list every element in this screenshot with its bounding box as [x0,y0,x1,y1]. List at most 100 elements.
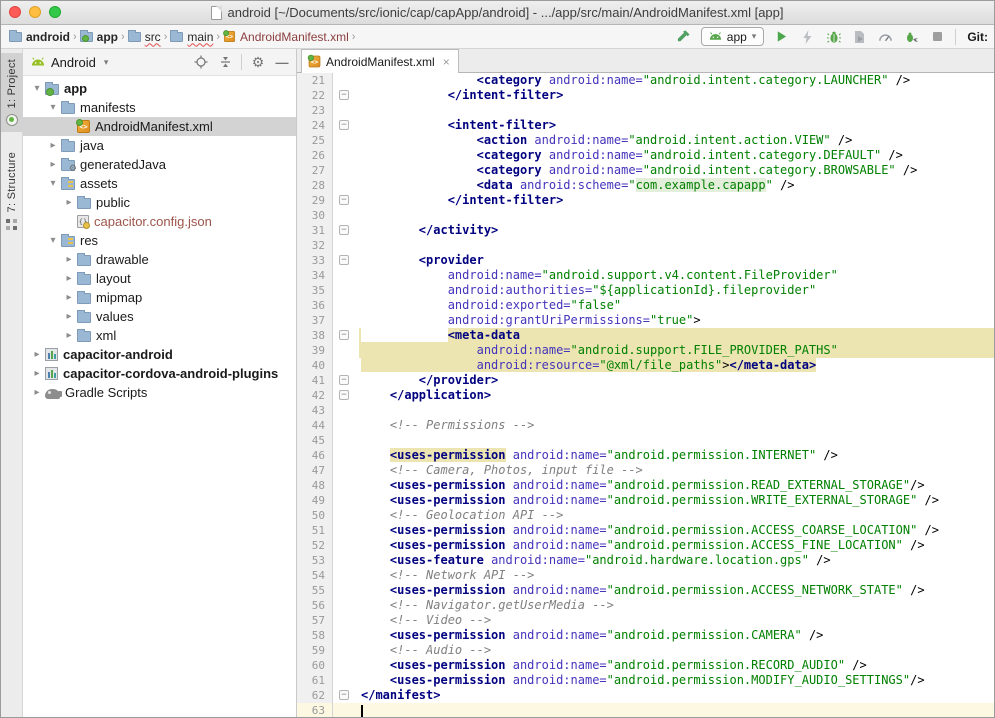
code-text[interactable]: <!-- Permissions --> [359,418,994,433]
tree-item-androidmanifest-xml[interactable]: AndroidManifest.xml [23,117,296,136]
line-number[interactable]: 31 [297,223,333,238]
fold-marker[interactable]: − [333,193,359,208]
hide-panel-icon[interactable]: — [274,54,290,70]
line-number[interactable]: 40 [297,358,333,373]
line-number[interactable]: 61 [297,673,333,688]
code-text[interactable]: <!-- Network API --> [359,568,994,583]
line-number[interactable]: 43 [297,403,333,418]
code-text[interactable]: <data android:scheme="com.example.capapp… [359,178,994,193]
line-number[interactable]: 34 [297,268,333,283]
line-number[interactable]: 53 [297,553,333,568]
code-text[interactable]: android:name="android.support.FILE_PROVI… [359,343,994,358]
line-number[interactable]: 56 [297,598,333,613]
tree-item-assets[interactable]: ▾assets [23,174,296,193]
code-text[interactable]: <meta-data [359,328,994,343]
tree-item-capacitor-android[interactable]: ▸capacitor-android [23,345,296,364]
code-text[interactable]: <intent-filter> [359,118,994,133]
fold-marker[interactable]: − [333,388,359,403]
tree-item-mipmap[interactable]: ▸mipmap [23,288,296,307]
code-text[interactable]: android:exported="false" [359,298,994,313]
code-text[interactable]: </intent-filter> [359,193,994,208]
code-text[interactable] [359,433,994,448]
tree-item-values[interactable]: ▸values [23,307,296,326]
chevron-closed-icon[interactable]: ▸ [61,311,77,322]
breadcrumb-main[interactable]: main [170,31,213,43]
line-number[interactable]: 46 [297,448,333,463]
code-text[interactable] [359,238,994,253]
code-text[interactable]: <uses-permission android:name="android.p… [359,628,994,643]
line-number[interactable]: 41 [297,373,333,388]
chevron-closed-icon[interactable]: ▸ [29,349,45,360]
tree-item-capacitor-cordova-android-plugins[interactable]: ▸capacitor-cordova-android-plugins [23,364,296,383]
collapse-all-icon[interactable] [217,54,233,70]
chevron-closed-icon[interactable]: ▸ [61,197,77,208]
chevron-closed-icon[interactable]: ▸ [61,292,77,303]
breadcrumb-android[interactable]: android [9,31,70,43]
fold-marker[interactable]: − [333,688,359,703]
code-text[interactable]: <uses-permission android:name="android.p… [359,538,994,553]
code-text[interactable]: android:name="android.support.v4.content… [359,268,994,283]
fold-marker[interactable]: − [333,88,359,103]
zoom-window-button[interactable] [49,6,61,18]
tree-item-app[interactable]: ▾app [23,79,296,98]
line-number[interactable]: 21 [297,73,333,88]
locate-file-icon[interactable] [193,54,209,70]
line-number[interactable]: 38 [297,328,333,343]
chevron-closed-icon[interactable]: ▸ [61,254,77,265]
code-text[interactable]: <!-- Geolocation API --> [359,508,994,523]
fold-marker[interactable]: − [333,223,359,238]
code-text[interactable] [359,403,994,418]
line-number[interactable]: 37 [297,313,333,328]
code-text[interactable]: </application> [359,388,994,403]
line-number[interactable]: 30 [297,208,333,223]
code-text[interactable]: android:resource="@xml/file_paths"></met… [359,358,994,373]
code-text[interactable]: <!-- Camera, Photos, input file --> [359,463,994,478]
line-number[interactable]: 58 [297,628,333,643]
line-number[interactable]: 33 [297,253,333,268]
code-text[interactable] [359,703,994,717]
code-text[interactable]: <uses-permission android:name="android.p… [359,478,994,493]
tree-item-res[interactable]: ▾res [23,231,296,250]
tree-item-drawable[interactable]: ▸drawable [23,250,296,269]
line-number[interactable]: 29 [297,193,333,208]
code-text[interactable]: <uses-permission android:name="android.p… [359,523,994,538]
line-number[interactable]: 50 [297,508,333,523]
project-view-selector[interactable]: Android ▾ [31,55,108,70]
tree-item-layout[interactable]: ▸layout [23,269,296,288]
fold-marker[interactable]: − [333,253,359,268]
breadcrumb-app[interactable]: app [80,31,118,43]
attach-debugger-icon[interactable] [903,28,920,45]
line-number[interactable]: 49 [297,493,333,508]
line-number[interactable]: 27 [297,163,333,178]
fold-marker[interactable]: − [333,118,359,133]
code-text[interactable]: <action android:name="android.intent.act… [359,133,994,148]
code-editor[interactable]: 21 <category android:name="android.inten… [297,73,994,717]
debug-icon[interactable] [825,28,842,45]
tree-item-java[interactable]: ▸java [23,136,296,155]
chevron-closed-icon[interactable]: ▸ [45,159,61,170]
close-window-button[interactable] [9,6,21,18]
line-number[interactable]: 59 [297,643,333,658]
run-config-selector[interactable]: app ▾ [701,27,765,46]
breadcrumb-src[interactable]: src [128,31,161,43]
tool-window-structure-tab[interactable]: 7: Structure [1,146,23,235]
line-number[interactable]: 42 [297,388,333,403]
code-text[interactable]: <category android:name="android.intent.c… [359,163,994,178]
code-text[interactable]: </manifest> [359,688,994,703]
line-number[interactable]: 54 [297,568,333,583]
line-number[interactable]: 51 [297,523,333,538]
close-tab-icon[interactable]: × [443,55,450,69]
code-text[interactable]: <category android:name="android.intent.c… [359,148,994,163]
line-number[interactable]: 36 [297,298,333,313]
code-text[interactable]: android:authorities="${applicationId}.fi… [359,283,994,298]
code-text[interactable]: <uses-permission android:name="android.p… [359,583,994,598]
line-number[interactable]: 35 [297,283,333,298]
chevron-open-icon[interactable]: ▾ [45,235,61,246]
minimize-window-button[interactable] [29,6,41,18]
line-number[interactable]: 44 [297,418,333,433]
tree-item-generatedjava[interactable]: ▸generatedJava [23,155,296,174]
code-text[interactable]: </activity> [359,223,994,238]
line-number[interactable]: 45 [297,433,333,448]
code-text[interactable]: <!-- Audio --> [359,643,994,658]
settings-gear-icon[interactable]: ⚙ [250,54,266,70]
